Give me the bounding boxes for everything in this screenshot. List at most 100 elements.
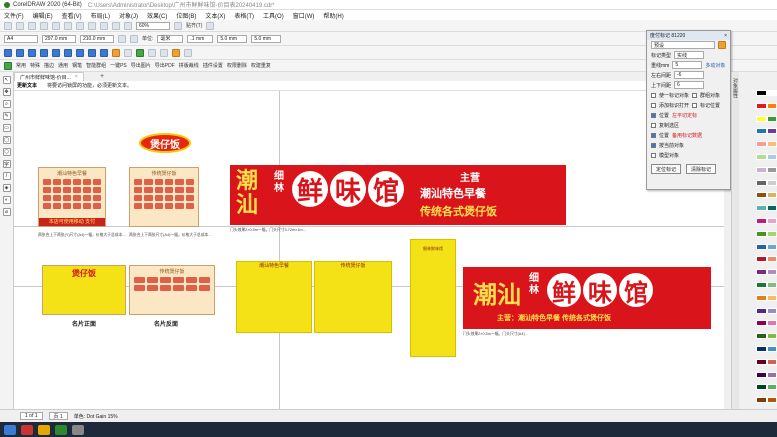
- palette-swatch[interactable]: [756, 397, 767, 404]
- hint-title[interactable]: 更新文本: [17, 82, 37, 89]
- freehand-tool-icon[interactable]: ✎: [2, 112, 11, 120]
- menu-window[interactable]: 窗口(W): [293, 11, 315, 20]
- palette-swatch[interactable]: [766, 384, 777, 391]
- palette-swatch[interactable]: [766, 294, 777, 301]
- palette-swatch[interactable]: [766, 102, 777, 109]
- palette-swatch[interactable]: [766, 217, 777, 224]
- mark-type-select[interactable]: 实线: [674, 51, 705, 59]
- zoom-tool-icon[interactable]: ⌕: [2, 100, 11, 108]
- palette-swatch[interactable]: [756, 128, 767, 135]
- palette-swatch[interactable]: [766, 115, 777, 122]
- copy-icon[interactable]: [64, 21, 72, 30]
- palette-swatch[interactable]: [756, 243, 767, 250]
- start-icon[interactable]: [4, 424, 16, 435]
- tall-poster[interactable]: 细林鲜味馆: [410, 239, 456, 357]
- model-object-checkbox[interactable]: [651, 152, 656, 158]
- add-id-checkbox[interactable]: [651, 102, 656, 108]
- redo-icon[interactable]: [100, 21, 108, 30]
- palette-swatch[interactable]: [766, 179, 777, 186]
- plugin-9-icon[interactable]: [100, 48, 108, 57]
- position2-checkbox[interactable]: [651, 132, 656, 138]
- palette-swatch[interactable]: [766, 153, 777, 160]
- add-tab-icon[interactable]: +: [100, 73, 104, 80]
- import-icon[interactable]: [112, 21, 120, 30]
- page-counter[interactable]: 1 of 1: [20, 412, 43, 420]
- tool-generic[interactable]: 通用: [58, 62, 68, 69]
- page-size-select[interactable]: A4: [4, 34, 38, 43]
- move-objects-link[interactable]: 多动对象: [705, 62, 725, 69]
- tool-common-icon[interactable]: [4, 61, 12, 70]
- stamp-logo[interactable]: 煲仔饭: [139, 133, 191, 153]
- rectangle-tool-icon[interactable]: ▭: [2, 124, 11, 132]
- cut-icon[interactable]: [52, 21, 60, 30]
- palette-swatch[interactable]: [756, 333, 767, 340]
- palette-swatch[interactable]: [756, 281, 767, 288]
- duplicate-x-field[interactable]: 5.0 mm: [217, 34, 248, 43]
- paste-icon[interactable]: [76, 21, 84, 30]
- plugin-8-icon[interactable]: [88, 48, 96, 57]
- palette-swatch[interactable]: [766, 141, 777, 148]
- palette-swatch[interactable]: [756, 166, 767, 173]
- palette-swatch[interactable]: [766, 256, 777, 263]
- palette-swatch[interactable]: [766, 90, 777, 96]
- units-select[interactable]: 毫米: [157, 34, 184, 43]
- yellow-menu-sheet-2[interactable]: 传统煲仔饭: [314, 261, 392, 333]
- menu-object[interactable]: 对象(J): [119, 11, 138, 20]
- palette-swatch[interactable]: [756, 192, 767, 199]
- palette-swatch[interactable]: [756, 179, 767, 186]
- tool-pen[interactable]: 钢笔: [72, 62, 82, 69]
- palette-swatch[interactable]: [756, 230, 767, 237]
- print-icon[interactable]: [40, 21, 48, 30]
- mark-position-checkbox[interactable]: [692, 102, 698, 108]
- zoom-field[interactable]: 60%: [136, 21, 170, 30]
- business-card-back[interactable]: 传统煲仔饭: [129, 265, 215, 315]
- tool-export-image[interactable]: 导出图片: [131, 62, 151, 69]
- undo-icon[interactable]: [88, 21, 96, 30]
- palette-swatch[interactable]: [756, 320, 767, 327]
- current-object-checkbox[interactable]: [651, 142, 656, 148]
- shop-banner-bottom[interactable]: 潮汕 细林 鲜 味 馆 主营：潮汕特色早餐 传统各式煲仔饭: [463, 267, 711, 329]
- tool-permission-delete[interactable]: 权限删除: [227, 62, 247, 69]
- page-tab-1[interactable]: 页 1: [48, 412, 68, 420]
- place-marks-button[interactable]: 定位标记: [651, 164, 682, 174]
- menu-layout[interactable]: 布局(L): [91, 11, 110, 20]
- snap-label[interactable]: 贴齐(T): [186, 22, 202, 29]
- palette-swatch[interactable]: [766, 345, 777, 352]
- palette-swatch[interactable]: [756, 345, 767, 352]
- palette-swatch[interactable]: [766, 205, 777, 212]
- menu-file[interactable]: 文件(F): [4, 11, 24, 20]
- close-docker-icon[interactable]: ×: [724, 33, 727, 39]
- taskbar-app-icon[interactable]: [21, 424, 33, 435]
- palette-swatch[interactable]: [766, 128, 777, 135]
- group-checkbox[interactable]: [692, 92, 698, 98]
- polygon-tool-icon[interactable]: ⬡: [2, 148, 11, 156]
- tool-export-pdf[interactable]: 导出PDF: [155, 62, 175, 69]
- palette-swatch[interactable]: [766, 230, 777, 237]
- palette-swatch[interactable]: [766, 243, 777, 250]
- palette-swatch[interactable]: [756, 307, 767, 314]
- document-tab[interactable]: 广州市鲜鲜味馆-价目... ×: [14, 72, 84, 81]
- taskbar-app-icon[interactable]: [72, 424, 84, 435]
- tool-imposition[interactable]: 拼版裁线: [179, 62, 199, 69]
- tool-smart-group[interactable]: 智能群组: [86, 62, 106, 69]
- palette-swatch[interactable]: [766, 358, 777, 365]
- menu-card-breakfast[interactable]: 潮汕特色早餐 本店可使用移动 支付: [38, 167, 106, 227]
- palette-swatch[interactable]: [766, 320, 777, 327]
- effects-tool-icon[interactable]: ◈: [2, 184, 11, 192]
- landscape-icon[interactable]: [130, 34, 138, 43]
- palette-swatch[interactable]: [766, 333, 777, 340]
- menu-effects[interactable]: 效果(C): [147, 11, 167, 20]
- new-icon[interactable]: [4, 21, 12, 30]
- menu-edit[interactable]: 编辑(E): [33, 11, 53, 20]
- palette-swatch[interactable]: [756, 358, 767, 365]
- palette-swatch[interactable]: [756, 384, 767, 391]
- palette-swatch[interactable]: [756, 256, 767, 263]
- menu-tools[interactable]: 工具(O): [263, 11, 284, 20]
- plugin-7-icon[interactable]: [76, 48, 84, 57]
- palette-swatch[interactable]: [756, 371, 767, 378]
- plugin-star-icon[interactable]: [172, 48, 180, 57]
- tool-plugin-settings[interactable]: 插件设置: [203, 62, 223, 69]
- plugin-text-icon[interactable]: [160, 48, 168, 57]
- nudge-field[interactable]: .1 mm: [187, 34, 214, 43]
- plugin-1-icon[interactable]: [4, 48, 12, 57]
